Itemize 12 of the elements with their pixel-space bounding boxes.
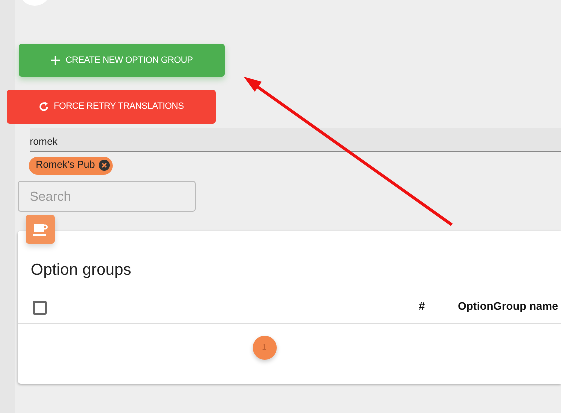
restaurant-filter-field[interactable]: romek [30,128,561,152]
refresh-icon [38,102,49,112]
force-retry-button[interactable]: FORCE RETRY TRANSLATIONS [7,90,216,124]
search-field[interactable]: Search [18,181,196,212]
restaurant-chip[interactable]: Romek's Pub [29,156,114,174]
card-title: Option groups [30,261,133,280]
column-header: OptionGroup name [458,300,558,316]
plus-icon [50,56,60,65]
remove-icon[interactable] [99,160,110,171]
create-option-group-button[interactable]: CREATE NEW OPTION GROUP [19,44,225,77]
column-header: # [419,300,426,316]
select-all-checkbox[interactable] [33,300,47,315]
